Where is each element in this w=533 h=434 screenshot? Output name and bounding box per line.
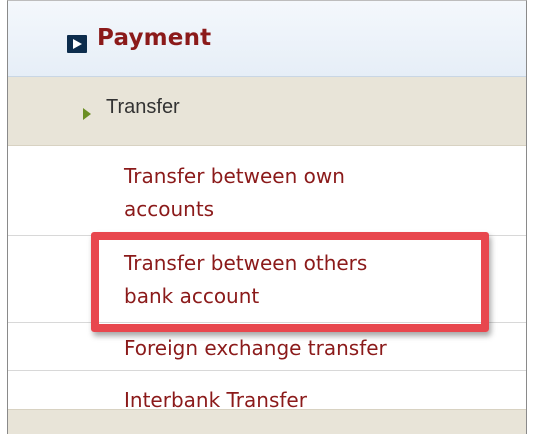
menu-item-interbank-transfer[interactable]: Interbank Transfer: [8, 371, 526, 412]
submenu-transfer-label: Transfer: [106, 96, 180, 118]
menu-item-transfer-others-bank-account[interactable]: Transfer between others bank account: [8, 236, 526, 323]
menu-next-section-bar[interactable]: [8, 409, 526, 434]
caret-right-icon: [83, 105, 91, 124]
menu-item-link[interactable]: Foreign exchange transfer: [124, 332, 387, 365]
menu-item-link[interactable]: Transfer between others bank account: [124, 247, 367, 313]
page: Payment Transfer Transfer between own ac…: [0, 0, 533, 434]
menu-header-payment[interactable]: Payment: [8, 1, 526, 77]
payment-menu-panel: Payment Transfer Transfer between own ac…: [7, 0, 527, 434]
menu-item-foreign-exchange-transfer[interactable]: Foreign exchange transfer: [8, 323, 526, 371]
play-square-icon: [67, 35, 87, 53]
menu-item-transfer-own-accounts[interactable]: Transfer between own accounts: [8, 146, 526, 236]
menu-item-link[interactable]: Transfer between own accounts: [124, 160, 345, 226]
play-triangle-icon: [73, 39, 82, 49]
menu-header-title: Payment: [97, 25, 212, 51]
